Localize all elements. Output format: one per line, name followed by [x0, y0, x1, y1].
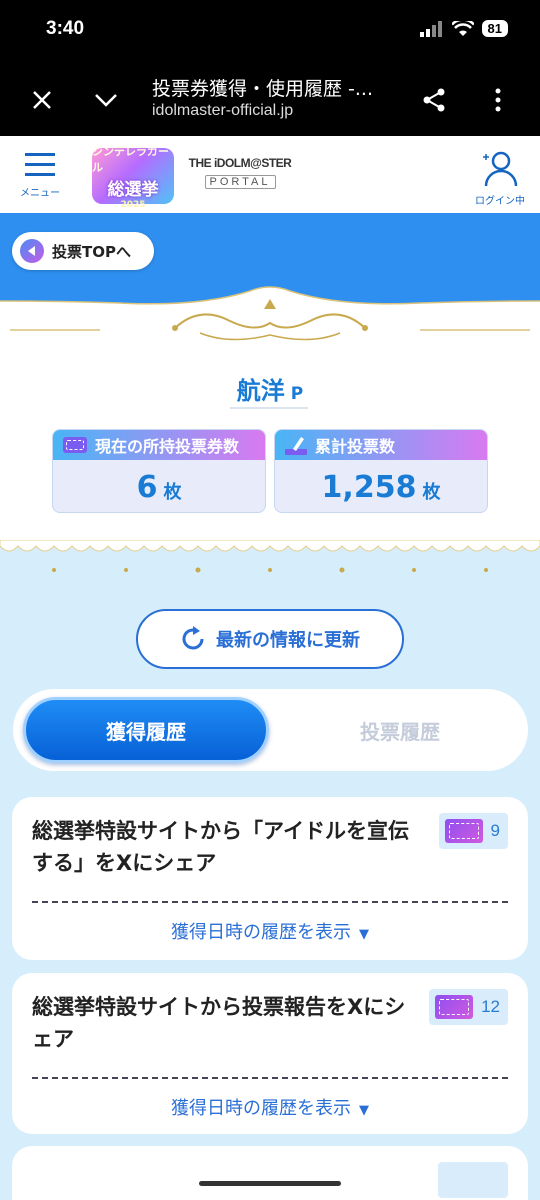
producer-suffix: P	[290, 384, 304, 404]
event-logo-line2: 総選挙	[107, 179, 159, 200]
tab-acquisition-history[interactable]: 獲得履歴	[23, 697, 269, 763]
browser-toolbar: 投票券獲得・使用履歴 -... idolmaster-official.jp	[0, 62, 540, 136]
menu-label: メニュー	[20, 188, 60, 199]
history-tabs: 獲得履歴 投票履歴	[13, 689, 528, 771]
page-url[interactable]: idolmaster-official.jp	[152, 102, 293, 120]
current-tickets-header: 現在の所持投票券数	[53, 430, 265, 460]
site-header: メニュー シンデレラガール 総選挙 2025 THE iDOLM@STER PO…	[0, 136, 540, 213]
event-logo-line3: 2025	[120, 199, 146, 210]
more-options-button[interactable]	[478, 80, 518, 120]
profile-section: 航洋 P 現在の所持投票券数 6 枚 累計投票数 1,258 枚	[0, 299, 540, 555]
total-votes-unit: 枚	[422, 482, 441, 503]
ticket-icon	[444, 819, 483, 843]
tab-label: 投票履歴	[360, 719, 440, 744]
current-tickets-card: 現在の所持投票券数 6 枚	[52, 429, 266, 513]
vote-pencil-icon	[285, 437, 307, 455]
history-card-partial	[12, 1146, 528, 1200]
vote-top-back-button[interactable]: 投票TOPへ	[12, 232, 154, 270]
user-icon	[483, 151, 518, 187]
hamburger-icon	[25, 153, 55, 176]
ticket-count: 12	[481, 997, 500, 1016]
tab-vote-history[interactable]: 投票履歴	[285, 697, 515, 763]
share-icon	[423, 88, 445, 112]
collapse-button[interactable]	[86, 80, 126, 120]
total-votes-header: 累計投票数	[275, 430, 487, 460]
triangle-down-icon: ▼	[359, 927, 369, 942]
name-underline	[230, 407, 308, 409]
ornament-divider	[10, 299, 530, 341]
portal-logo[interactable]: THE iDOLM@STER PORTAL	[186, 156, 294, 196]
status-indicators: 81	[419, 20, 508, 37]
ticket-icon	[435, 995, 474, 1019]
current-tickets-unit: 枚	[163, 482, 182, 503]
show-history-toggle[interactable]: 獲得日時の履歴を表示 ▼	[12, 918, 528, 944]
ticket-icon	[63, 437, 87, 453]
login-label: ログイン中	[475, 196, 525, 207]
toggle-label: 獲得日時の履歴を表示	[171, 1098, 351, 1119]
status-bar: 3:40 81	[0, 0, 540, 62]
close-icon	[33, 91, 51, 109]
status-time: 3:40	[46, 18, 85, 39]
home-indicator[interactable]	[199, 1181, 341, 1186]
share-button[interactable]	[414, 80, 454, 120]
tab-label: 獲得履歴	[106, 719, 186, 744]
close-tab-button[interactable]	[22, 80, 62, 120]
triangle-down-icon: ▼	[359, 1103, 369, 1118]
refresh-label: 最新の情報に更新	[216, 630, 360, 651]
back-label: 投票TOPへ	[52, 242, 131, 261]
total-votes-card: 累計投票数 1,258 枚	[274, 429, 488, 513]
scallop-border	[0, 540, 540, 580]
page-title: 投票券獲得・使用履歴 -...	[152, 78, 374, 100]
portal-logo-line2: PORTAL	[204, 175, 276, 189]
chevron-down-icon	[95, 94, 117, 107]
producer-name-text: 航洋	[236, 377, 285, 405]
dashed-divider	[32, 901, 508, 903]
portal-logo-line1: THE iDOLM@STER	[188, 156, 292, 170]
current-tickets-label: 現在の所持投票券数	[95, 437, 240, 456]
total-votes-body: 1,258 枚	[275, 460, 487, 512]
ticket-count-badge: 12	[429, 989, 508, 1025]
more-vertical-icon	[495, 88, 501, 112]
current-tickets-value: 6	[136, 469, 158, 505]
event-logo-line1: シンデレラガール	[92, 144, 169, 174]
cellular-signal-icon	[419, 20, 442, 37]
producer-name: 航洋 P	[0, 371, 540, 409]
show-history-toggle[interactable]: 獲得日時の履歴を表示 ▼	[12, 1094, 528, 1120]
history-description: 総選挙特設サイトから「アイドルを宣伝する」をXにシェア	[32, 819, 409, 875]
total-votes-label: 累計投票数	[315, 437, 396, 456]
history-description: 総選挙特設サイトから投票報告をXにシェア	[32, 995, 406, 1051]
ticket-count-badge: 9	[438, 813, 508, 849]
event-logo[interactable]: シンデレラガール 総選挙 2025	[92, 145, 174, 210]
current-tickets-body: 6 枚	[53, 460, 265, 512]
battery-level: 81	[481, 20, 508, 37]
wifi-icon	[451, 20, 474, 36]
toggle-label: 獲得日時の履歴を表示	[171, 922, 351, 943]
refresh-icon	[182, 626, 204, 650]
refresh-button[interactable]: 最新の情報に更新	[136, 609, 404, 669]
login-status-button[interactable]: ログイン中	[472, 148, 528, 207]
menu-button[interactable]: メニュー	[18, 152, 62, 208]
dashed-divider	[32, 1077, 508, 1079]
ticket-count-badge	[438, 1162, 508, 1198]
total-votes-value: 1,258	[321, 469, 417, 505]
ticket-count: 9	[490, 821, 500, 840]
history-card: 総選挙特設サイトから投票報告をXにシェア 12 獲得日時の履歴を表示 ▼	[12, 973, 528, 1134]
back-arrow-icon	[20, 239, 44, 263]
history-card: 総選挙特設サイトから「アイドルを宣伝する」をXにシェア 9 獲得日時の履歴を表示…	[12, 797, 528, 960]
